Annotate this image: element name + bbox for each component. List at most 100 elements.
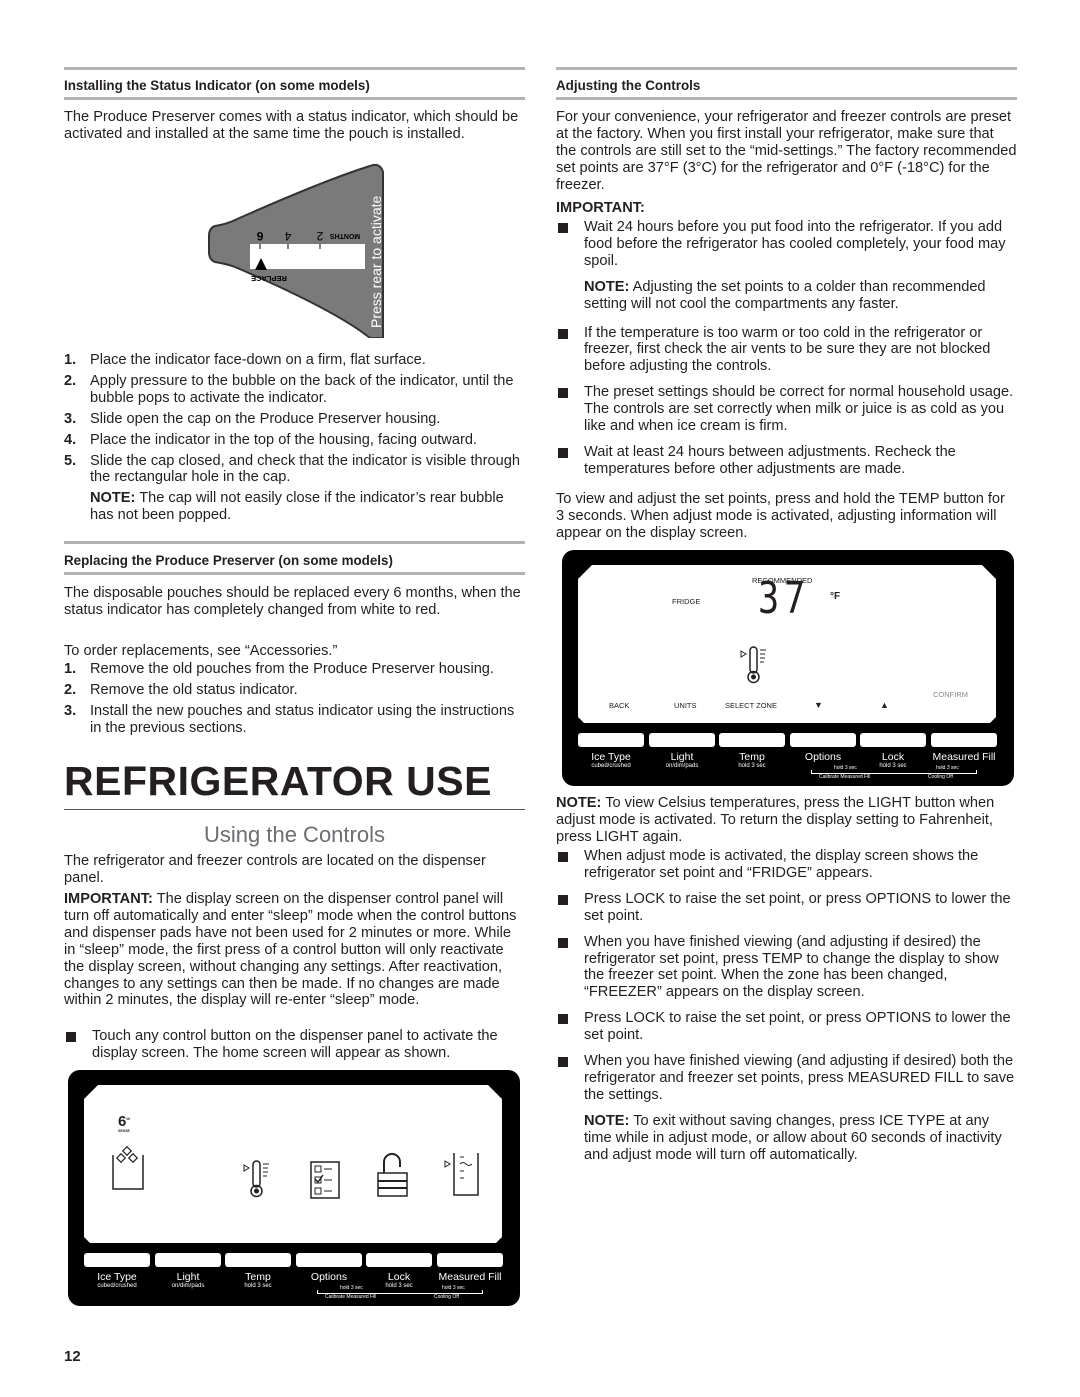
step-text: Apply pressure to the bubble on the back… xyxy=(90,372,514,406)
lock-button[interactable] xyxy=(860,733,926,747)
logo-sup: th xyxy=(126,1116,131,1121)
ice-type-button[interactable] xyxy=(578,733,644,747)
list-item: Wait at least 24 hours between adjustmen… xyxy=(556,444,1017,478)
bullet-square-icon xyxy=(66,1032,76,1042)
combo-hold-label: hold 3 sec xyxy=(834,765,857,771)
temp-label: Temp hold 3 sec xyxy=(719,752,785,770)
subsection-title: Using the Controls xyxy=(204,822,385,847)
indicator-replace-label: REPLACE xyxy=(251,274,287,283)
bullet-text: Press LOCK to raise the set point, or pr… xyxy=(584,1010,1011,1044)
step-number: 1. xyxy=(64,352,77,368)
button-label: Lock xyxy=(387,1271,411,1283)
button-label: Measured Fill xyxy=(932,751,996,763)
replace-intro: The disposable pouches should be replace… xyxy=(64,585,521,618)
home-screen-panel: 6th SENSE Ice Type cubed/crushed Light on/d… xyxy=(68,1070,520,1306)
button-sublabel: hold 3 sec xyxy=(879,763,907,769)
combo-hold-label: hold 3 sec xyxy=(340,1285,363,1291)
button-label: Measured Fill xyxy=(438,1271,502,1283)
thermometer-icon[interactable] xyxy=(242,1160,274,1200)
select-zone-softkey[interactable]: SELECT ZONE xyxy=(725,698,777,715)
light-label: Light on/dim/pads xyxy=(649,752,715,770)
colder-note: NOTE: Adjusting the set points to a cold… xyxy=(556,279,1017,313)
button-label: Temp xyxy=(245,1271,271,1283)
light-button[interactable] xyxy=(649,733,715,747)
list-item: 1. Remove the old pouches from the Produc… xyxy=(64,661,525,678)
step-text: Install the new pouches and status indic… xyxy=(90,702,515,736)
measured-fill-label: Measured Fill xyxy=(430,1272,510,1283)
indicator-tick-4: 4 xyxy=(284,229,291,243)
section-rule xyxy=(64,541,525,544)
section-rule xyxy=(64,572,525,575)
indicator-side-text: Press rear to activate xyxy=(368,196,384,328)
view-adjust-text: To view and adjust the set points, press… xyxy=(556,491,1005,541)
bullet-square-icon xyxy=(558,223,568,233)
button-label: Options xyxy=(310,1271,348,1283)
list-item: When you have finished viewing (and adju… xyxy=(556,934,1017,1002)
button-label: Light xyxy=(670,751,694,763)
button-sublabel: cubed/crushed xyxy=(97,1283,137,1289)
bullet-text: Touch any control button on the dispense… xyxy=(92,1028,498,1061)
step-number: 2. xyxy=(64,681,77,698)
confirm-softkey[interactable]: CONFIRM xyxy=(933,687,968,704)
bullet-square-icon xyxy=(558,328,568,339)
light-button[interactable] xyxy=(155,1253,221,1267)
bullet-text: If the temperature is too warm or too co… xyxy=(584,324,991,375)
button-sublabel: on/dim/pads xyxy=(171,1283,205,1289)
touch-bullets: Touch any control button on the dispense… xyxy=(64,1028,525,1071)
important-bullets: Wait 24 hours before you put food into t… xyxy=(556,219,1017,487)
measured-fill-icon[interactable] xyxy=(444,1151,482,1199)
note-text: Adjusting the set points to a colder tha… xyxy=(584,278,986,312)
combo-hold-label: hold 3 sec xyxy=(442,1285,465,1291)
units-softkey[interactable]: UNITS xyxy=(674,698,697,715)
list-item: Press LOCK to raise the set point, or pr… xyxy=(556,891,1017,925)
status-indicator-heading: Installing the Status Indicator (on some… xyxy=(64,78,370,93)
measured-fill-button[interactable] xyxy=(931,733,997,747)
adjust-intro: For your convenience, your refrigerator … xyxy=(556,109,1017,193)
bullet-square-icon xyxy=(558,447,568,458)
temp-button[interactable] xyxy=(719,733,785,747)
measured-fill-label: Measured Fill xyxy=(924,752,1004,763)
ice-cube-icon[interactable] xyxy=(108,1145,148,1193)
temp-button[interactable] xyxy=(225,1253,291,1267)
down-arrow-icon[interactable]: ▼ xyxy=(814,697,823,714)
ice-type-button[interactable] xyxy=(84,1253,150,1267)
step-number: 3. xyxy=(64,702,77,719)
options-button[interactable] xyxy=(296,1253,362,1267)
button-sublabel: hold 3 sec xyxy=(244,1283,272,1289)
title-rule xyxy=(64,809,525,810)
list-item: When adjust mode is activated, the displ… xyxy=(556,848,1017,882)
list-item: 3. Install the new pouches and status ind… xyxy=(64,703,525,737)
list-item: Touch any control button on the dispense… xyxy=(64,1028,525,1062)
step-number: 1. xyxy=(64,661,77,677)
replace-steps: 1. Remove the old pouches from the Produc… xyxy=(64,661,525,741)
light-label: Light on/dim/pads xyxy=(155,1272,221,1290)
button-label: Options xyxy=(804,751,842,763)
list-item: 4. Place the indicator in the top of the … xyxy=(64,432,525,449)
options-button[interactable] xyxy=(790,733,856,747)
bullet-square-icon xyxy=(558,852,568,862)
back-softkey[interactable]: BACK xyxy=(609,698,629,715)
note-label: NOTE: xyxy=(584,278,630,295)
bullet-text: When you have finished viewing (and adju… xyxy=(584,1053,1015,1103)
button-label: Lock xyxy=(881,751,905,763)
list-item: 2. Remove the old status indicator. xyxy=(64,682,525,699)
step-number: 5. xyxy=(64,452,77,469)
lock-button[interactable] xyxy=(366,1253,432,1267)
options-checklist-icon[interactable] xyxy=(310,1161,342,1199)
measured-fill-button[interactable] xyxy=(437,1253,503,1267)
lock-icon[interactable] xyxy=(376,1151,410,1199)
note-label: NOTE: xyxy=(556,795,602,811)
adjust-bullets: When adjust mode is activated, the displ… xyxy=(556,848,1017,1172)
replace-heading: Replacing the Produce Preserver (on some… xyxy=(64,553,393,568)
important-text: The display screen on the dispenser cont… xyxy=(64,891,517,1009)
button-label: Temp xyxy=(739,751,765,763)
list-item: 5. Slide the cap closed, and check that t… xyxy=(64,453,525,487)
cooling-off-label: Cooling Off xyxy=(928,774,953,780)
bullet-text: When adjust mode is activated, the displ… xyxy=(584,848,979,881)
up-arrow-icon[interactable]: ▲ xyxy=(880,697,889,714)
zone-label: FRIDGE xyxy=(672,597,701,606)
bullet-square-icon xyxy=(558,388,568,399)
button-label: Light xyxy=(176,1271,200,1283)
temp-label: Temp hold 3 sec xyxy=(225,1272,291,1290)
bullet-text: Wait 24 hours before you put food into t… xyxy=(584,219,1006,269)
